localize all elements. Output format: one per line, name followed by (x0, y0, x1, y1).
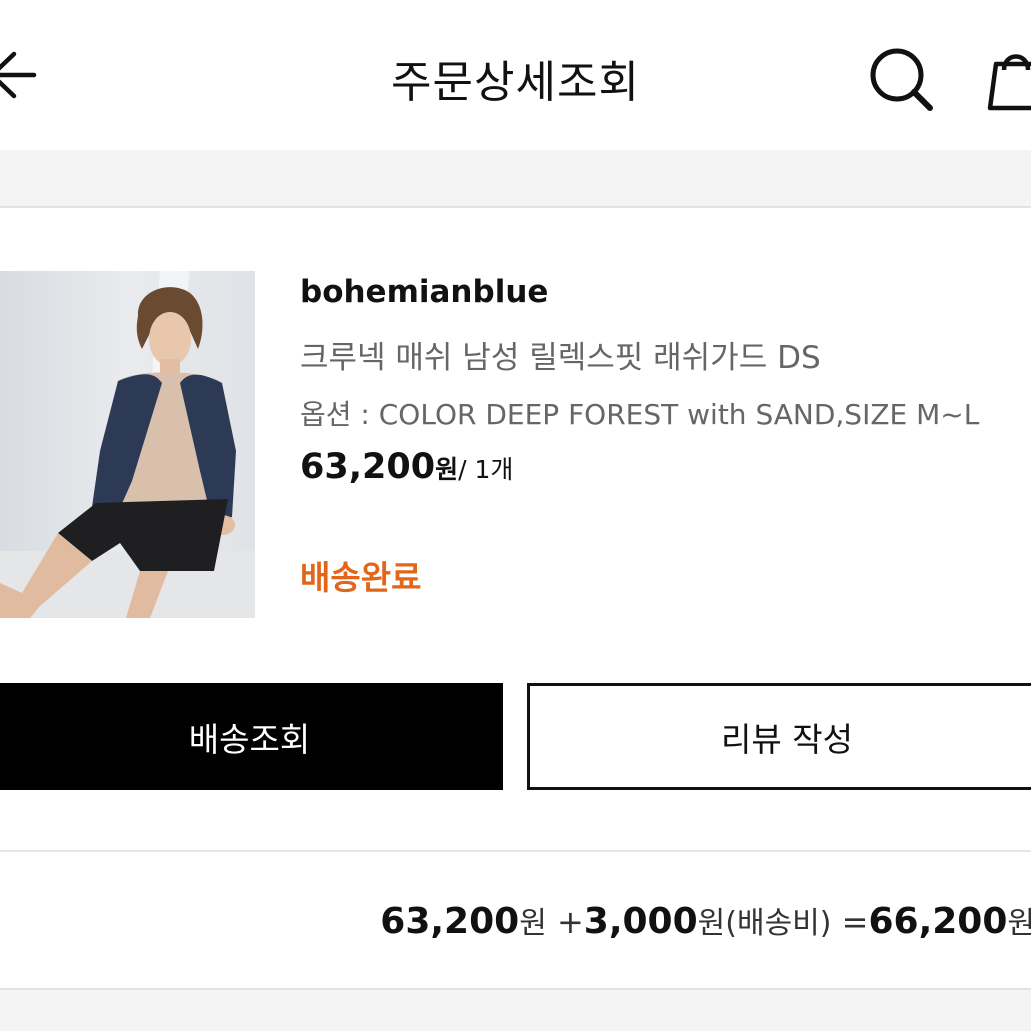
top-app-bar: 주문상세조회 (0, 0, 1031, 150)
shipping-price: 3,000 (583, 901, 698, 942)
product-image[interactable] (0, 271, 255, 618)
shopping-bag-icon (987, 54, 1031, 111)
section-separator (0, 150, 1031, 208)
track-delivery-button[interactable]: 배송조회 (0, 683, 503, 790)
plus-sign: + (546, 903, 584, 941)
item-price: 63,200 (380, 901, 520, 942)
cart-button[interactable] (986, 40, 1031, 114)
product-photo (0, 271, 255, 618)
track-delivery-label: 배송조회 (188, 719, 311, 759)
shipping-label: (배송비) (725, 906, 832, 941)
product-price: 63,200원/ 1개 (300, 447, 513, 487)
equals-sign: = (831, 903, 869, 941)
price-unit: 원 (435, 455, 459, 484)
won-unit: 원 (519, 906, 547, 941)
brand-name[interactable]: bohemianblue (300, 274, 548, 310)
search-icon (870, 48, 933, 111)
write-review-button[interactable]: 리뷰 작성 (527, 683, 1031, 790)
won-unit: 원 (1007, 906, 1031, 941)
quantity-text: / 1개 (458, 455, 514, 484)
write-review-label: 리뷰 작성 (721, 719, 853, 759)
delivery-status-badge: 배송완료 (300, 558, 422, 597)
product-option: 옵션 : COLOR DEEP FOREST with SAND,SIZE M~… (300, 398, 980, 431)
price-value: 63,200 (300, 447, 436, 487)
order-total-summary: 63,200원 +3,000원(배송비) =66,200원 (380, 898, 1031, 942)
won-unit: 원 (697, 906, 726, 941)
total-price: 66,200 (868, 901, 1008, 942)
divider (0, 850, 1031, 852)
product-name[interactable]: 크루넥 매쉬 남성 릴렉스핏 래쉬가드 DS (300, 332, 821, 377)
bottom-separator (0, 988, 1031, 1031)
search-button[interactable] (866, 44, 936, 114)
